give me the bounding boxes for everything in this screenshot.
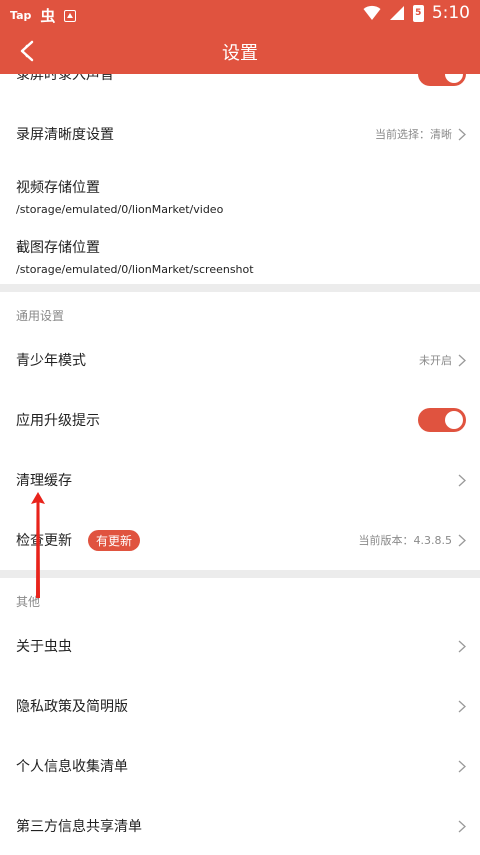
- battery-level: 5: [415, 8, 422, 18]
- record-audio-row[interactable]: 录屏时录入声音: [0, 74, 480, 104]
- section-divider: [0, 284, 480, 292]
- other-section-header: 其他: [0, 578, 480, 616]
- chevron-right-icon: [458, 354, 466, 366]
- video-path-label: 视频存储位置: [16, 180, 100, 196]
- notification-icon: [64, 9, 77, 22]
- clear-cache-row[interactable]: 清理缓存: [0, 450, 480, 510]
- chevron-right-icon: [458, 760, 466, 772]
- about-label: 关于虫虫: [16, 639, 72, 655]
- privacy-label: 隐私政策及简明版: [16, 699, 128, 715]
- chevron-right-icon: [458, 700, 466, 712]
- update-badge: 有更新: [88, 529, 141, 551]
- clear-cache-label: 清理缓存: [16, 473, 72, 489]
- upgrade-prompt-toggle[interactable]: [418, 408, 466, 432]
- privacy-row[interactable]: 隐私政策及简明版: [0, 676, 480, 736]
- video-path-value: /storage/emulated/0/lionMarket/video: [16, 203, 224, 216]
- signal-icon: [389, 6, 404, 20]
- toggle-knob: [445, 74, 463, 83]
- toggle-knob: [445, 411, 463, 429]
- screenshot-path-value: /storage/emulated/0/lionMarket/screensho…: [16, 263, 254, 276]
- chevron-right-icon: [458, 640, 466, 652]
- clock: 5:10: [431, 3, 470, 23]
- upgrade-prompt-label: 应用升级提示: [16, 413, 100, 429]
- record-audio-label: 录屏时录入声音: [16, 74, 114, 83]
- check-update-row[interactable]: 检查更新 有更新 当前版本：4.3.8.5: [0, 510, 480, 570]
- screenshot-path-row[interactable]: 截图存储位置 /storage/emulated/0/lionMarket/sc…: [0, 224, 480, 284]
- settings-list[interactable]: 录屏时录入声音 录屏清晰度设置 当前选择：清晰 视频存储位置 /storage/…: [0, 74, 480, 855]
- teen-mode-label: 青少年模式: [16, 353, 86, 369]
- third-party-row[interactable]: 第三方信息共享清单: [0, 796, 480, 855]
- section-divider: [0, 570, 480, 578]
- tap-icon: Tap: [10, 9, 32, 22]
- bug-icon: 虫: [40, 7, 56, 25]
- wifi-icon: [363, 5, 381, 20]
- personal-info-label: 个人信息收集清单: [16, 759, 128, 775]
- record-audio-toggle[interactable]: [418, 74, 466, 86]
- chevron-right-icon: [458, 534, 466, 546]
- record-quality-value: 当前选择：清晰: [375, 128, 452, 141]
- chevron-right-icon: [458, 820, 466, 832]
- third-party-label: 第三方信息共享清单: [16, 819, 142, 835]
- upgrade-prompt-row[interactable]: 应用升级提示: [0, 390, 480, 450]
- teen-mode-value: 未开启: [419, 354, 452, 367]
- record-quality-label: 录屏清晰度设置: [16, 127, 114, 143]
- general-section-header: 通用设置: [0, 292, 480, 330]
- chevron-right-icon: [458, 474, 466, 486]
- teen-mode-row[interactable]: 青少年模式 未开启: [0, 330, 480, 390]
- status-bar: Tap 虫 5 5:10: [0, 0, 480, 28]
- personal-info-row[interactable]: 个人信息收集清单: [0, 736, 480, 796]
- screenshot-path-label: 截图存储位置: [16, 240, 100, 256]
- page-title: 设置: [222, 43, 258, 64]
- chevron-right-icon: [458, 128, 466, 140]
- battery-icon: 5: [412, 4, 424, 22]
- about-row[interactable]: 关于虫虫: [0, 616, 480, 676]
- app-bar: 设置: [0, 28, 480, 74]
- current-version-value: 当前版本：4.3.8.5: [358, 534, 452, 547]
- video-path-row[interactable]: 视频存储位置 /storage/emulated/0/lionMarket/vi…: [0, 164, 480, 224]
- annotation-arrow-icon: [31, 492, 45, 598]
- record-quality-row[interactable]: 录屏清晰度设置 当前选择：清晰: [0, 104, 480, 164]
